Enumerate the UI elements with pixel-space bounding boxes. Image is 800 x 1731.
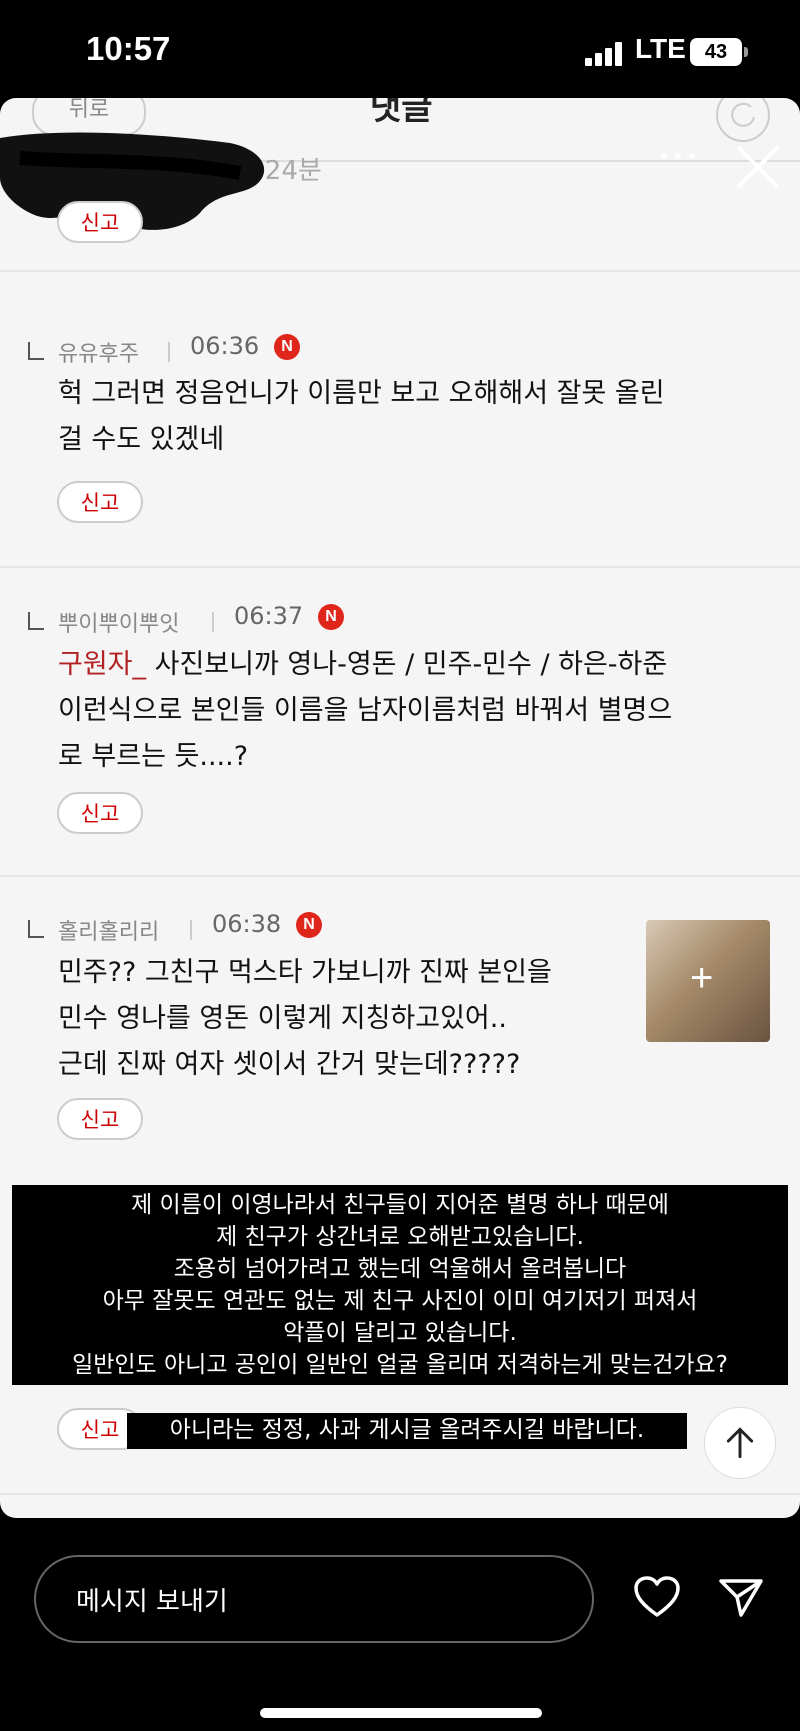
page-title: 댓글 (370, 98, 433, 128)
refresh-icon[interactable] (716, 98, 770, 142)
status-bar: 10:57 LTE 43 (0, 0, 800, 100)
message-input[interactable]: 메시지 보내기 (34, 1555, 594, 1643)
scroll-top-icon[interactable] (704, 1407, 776, 1479)
comment-divider (0, 270, 800, 272)
mention-link[interactable]: 구원자_ (58, 649, 146, 680)
n-badge: N (296, 912, 322, 938)
meta-separator (168, 342, 170, 362)
more-icon[interactable] (658, 146, 698, 166)
comment-author[interactable]: 홀리홀리리 (58, 914, 159, 946)
report-button[interactable]: 신고 (57, 481, 143, 523)
comment-time: 06:37 (234, 602, 304, 630)
signal-icon (585, 42, 622, 66)
send-icon[interactable] (717, 1575, 765, 1619)
n-badge: N (318, 604, 344, 630)
comment-author[interactable]: 뿌이뿌이뿌잇 (58, 606, 179, 638)
network-label: LTE (635, 33, 686, 64)
comment-divider (0, 566, 800, 568)
comment-time: 06:38 (212, 910, 282, 938)
reply-arrow-icon (28, 342, 44, 360)
heart-icon[interactable] (633, 1575, 681, 1619)
reply-arrow-icon (28, 612, 44, 630)
message-placeholder: 메시지 보내기 (76, 1587, 228, 1617)
comment-divider (0, 875, 800, 877)
home-indicator (260, 1708, 542, 1718)
comment-author[interactable]: 유유후주 (58, 336, 139, 368)
battery-indicator: 43 (690, 38, 742, 66)
status-time: 10:57 (86, 30, 171, 67)
image-thumbnail[interactable]: + (646, 920, 770, 1042)
comment-time: 06:36 (190, 332, 260, 360)
comment-body: 구원자_ 사진보니까 영나-영돈 / 민주-민수 / 하은-하준 이런식으로 본… (58, 649, 673, 772)
meta-separator (190, 920, 192, 940)
close-icon[interactable] (735, 144, 781, 190)
report-button[interactable]: 신고 (57, 201, 143, 243)
battery-nub (744, 47, 748, 57)
redaction-scribble (0, 132, 265, 230)
comment-divider (0, 1493, 800, 1495)
report-button[interactable]: 신고 (57, 792, 143, 834)
meta-separator (212, 612, 214, 632)
story-text-overlay: 제 이름이 이영나라서 친구들이 지어준 별명 하나 때문에 제 친구가 상간녀… (12, 1185, 788, 1385)
reply-arrow-icon (28, 920, 44, 938)
comment-body: 민주?? 그친구 먹스타 가보니까 진짜 본인을 민수 영나를 영돈 이렇게 지… (58, 957, 552, 1080)
n-badge: N (274, 334, 300, 360)
report-button[interactable]: 신고 (57, 1098, 143, 1140)
comment-body: 헉 그러면 정음언니가 이름만 보고 오해해서 잘못 올린 걸 수도 있겠네 (58, 378, 665, 455)
story-text-overlay-last: 아니라는 정정, 사과 게시글 올려주시길 바랍니다. (127, 1413, 687, 1449)
expand-icon: + (690, 956, 714, 1000)
